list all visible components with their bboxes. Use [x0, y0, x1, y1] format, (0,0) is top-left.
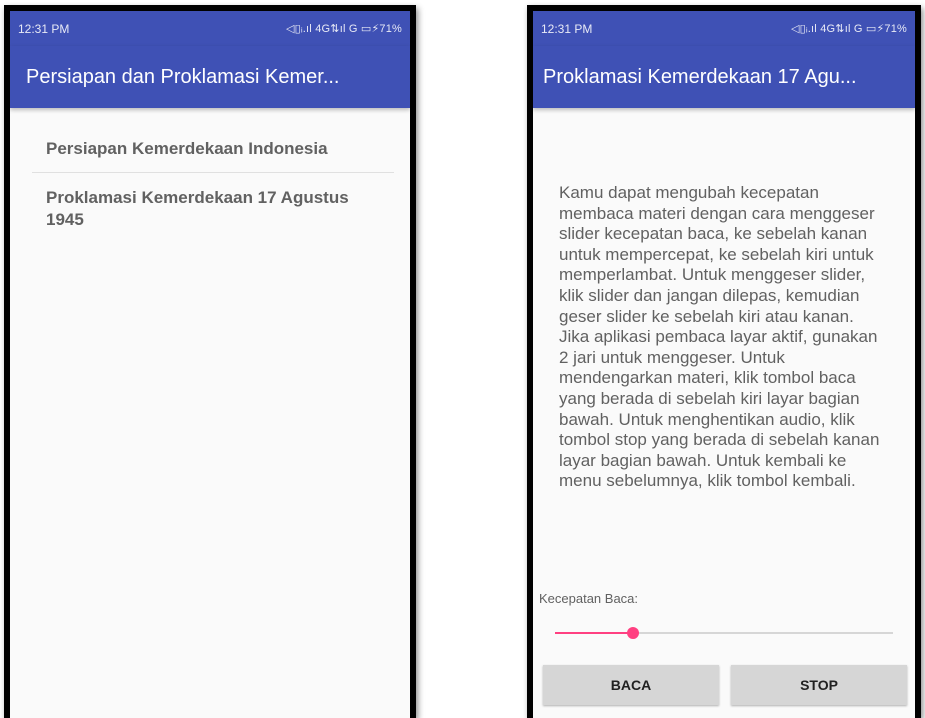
speed-slider[interactable]: [555, 621, 893, 645]
stop-button[interactable]: STOP: [731, 665, 907, 705]
screen-left: 12:31 PM ◁▯ᵢ.ıl 4G⇅ıl G ▭⚡71% Persiapan …: [10, 11, 410, 718]
read-button[interactable]: BACA: [543, 665, 719, 705]
control-buttons: BACA STOP: [543, 665, 907, 705]
status-icons: ◁▯ᵢ.ıl 4G⇅ıl G ▭⚡71%: [790, 23, 907, 35]
status-icons: ◁▯ᵢ.ıl 4G⇅ıl G ▭⚡71%: [285, 23, 402, 35]
speed-label: Kecepatan Baca:: [539, 591, 639, 606]
topic-list: Persiapan Kemerdekaan Indonesia Proklama…: [10, 108, 410, 243]
status-time: 12:31 PM: [18, 21, 70, 36]
list-item-proklamasi[interactable]: Proklamasi Kemerdekaan 17 Agustus 1945: [32, 173, 394, 243]
phone-frame-left: 12:31 PM ◁▯ᵢ.ıl 4G⇅ıl G ▭⚡71% Persiapan …: [4, 5, 416, 718]
app-bar: Persiapan dan Proklamasi Kemer...: [10, 46, 410, 108]
slider-fill: [555, 632, 633, 634]
phone-frame-right: 12:31 PM ◁▯ᵢ.ıl 4G⇅ıl G ▭⚡71% Proklamasi…: [527, 5, 921, 718]
status-bar: 12:31 PM ◁▯ᵢ.ıl 4G⇅ıl G ▭⚡71%: [533, 11, 915, 46]
status-bar: 12:31 PM ◁▯ᵢ.ıl 4G⇅ıl G ▭⚡71%: [10, 11, 410, 46]
article-text: Kamu dapat mengubah kecepatan membaca ma…: [559, 183, 880, 491]
status-time: 12:31 PM: [541, 21, 593, 36]
page-title: Proklamasi Kemerdekaan 17 Agu...: [543, 65, 857, 88]
slider-thumb[interactable]: [626, 627, 639, 639]
stage: 12:31 PM ◁▯ᵢ.ıl 4G⇅ıl G ▭⚡71% Persiapan …: [0, 0, 925, 718]
list-item-persiapan[interactable]: Persiapan Kemerdekaan Indonesia: [32, 108, 394, 172]
screen-right: 12:31 PM ◁▯ᵢ.ıl 4G⇅ıl G ▭⚡71% Proklamasi…: [533, 11, 915, 718]
page-title: Persiapan dan Proklamasi Kemer...: [26, 65, 340, 88]
app-bar: Proklamasi Kemerdekaan 17 Agu...: [533, 46, 915, 108]
